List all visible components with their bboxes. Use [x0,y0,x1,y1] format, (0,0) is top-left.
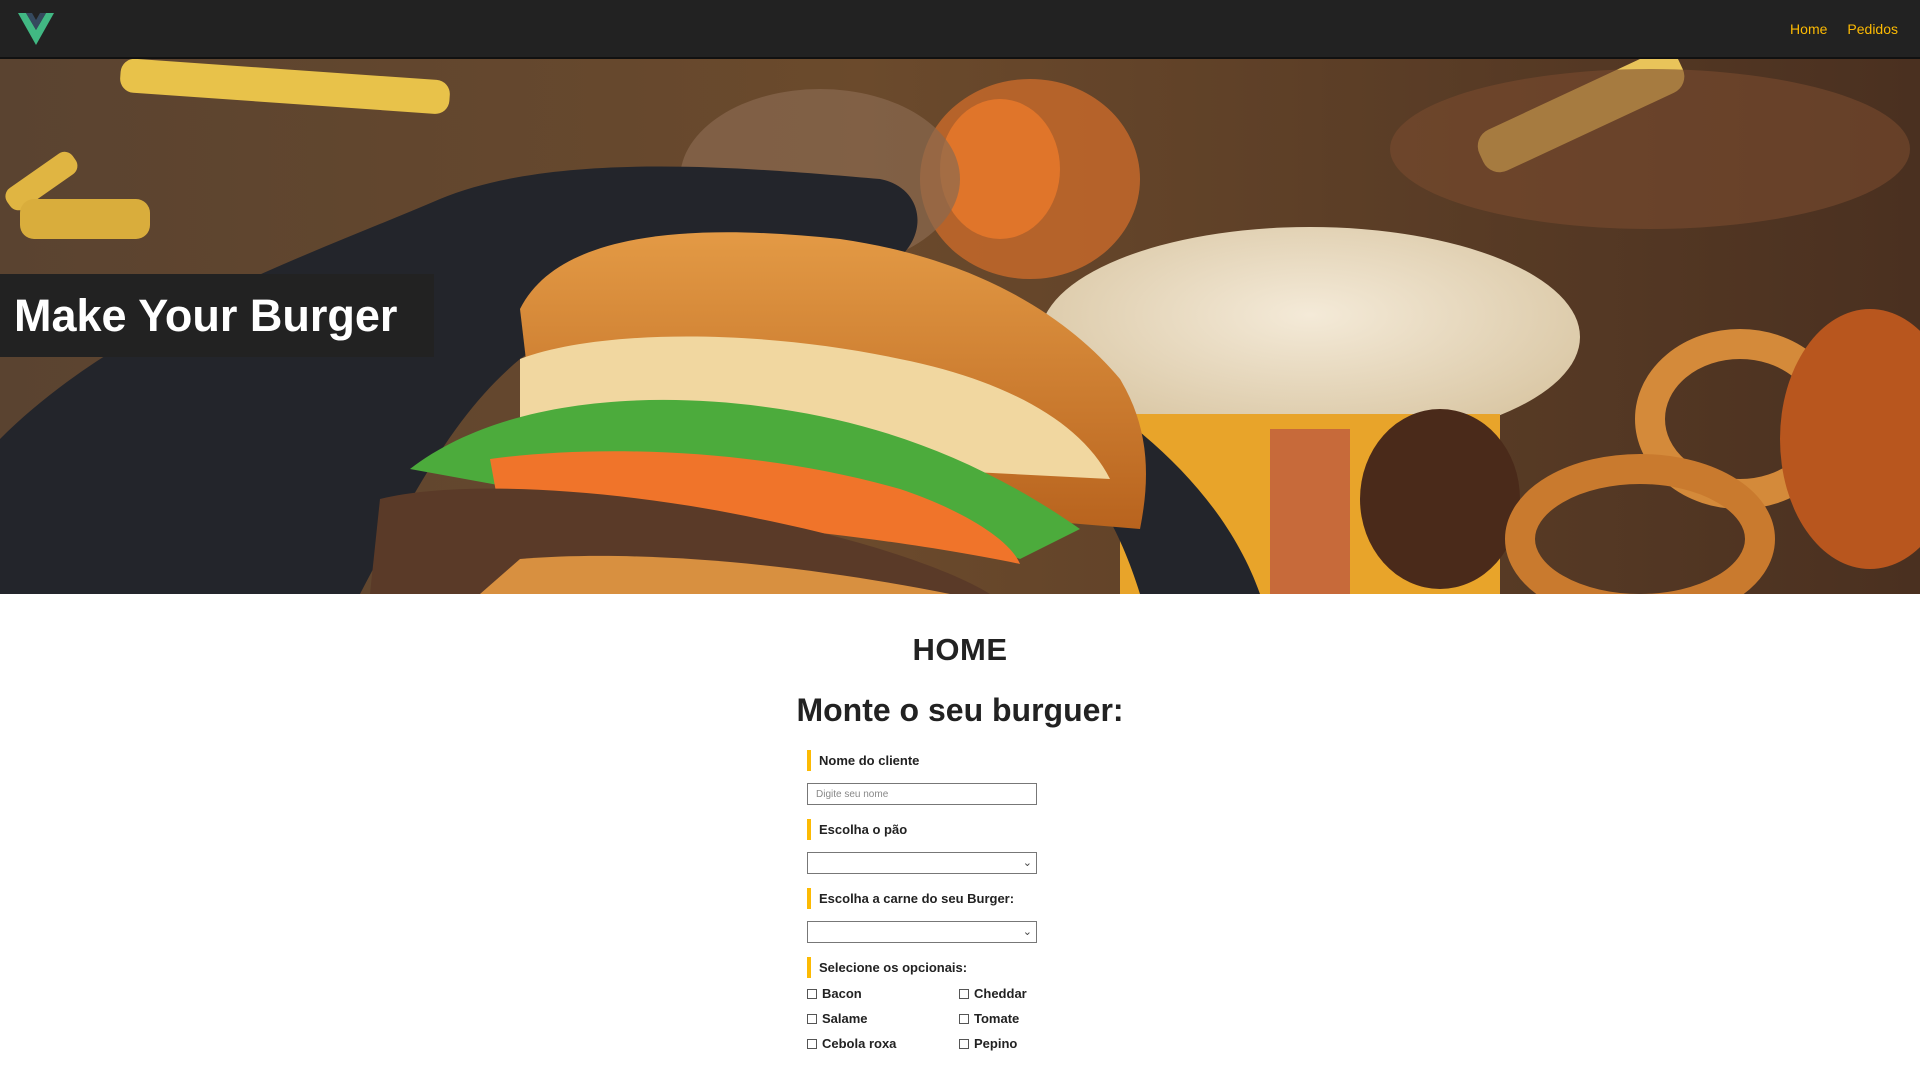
optional-pepino[interactable]: Pepino [959,1036,1079,1051]
logo-link[interactable] [18,12,54,45]
name-label: Nome do cliente [807,750,1107,771]
nav-link-pedidos[interactable]: Pedidos [1847,21,1898,37]
main-content: HOME Monte o seu burguer: Nome do client… [0,594,1920,1051]
optional-bacon[interactable]: Bacon [807,986,959,1001]
optional-label: Cebola roxa [822,1036,897,1051]
checkbox[interactable] [807,1038,817,1049]
burger-form: Nome do cliente Escolha o pão ⌄ Escolha … [807,750,1107,1065]
form-title: Monte o seu burguer: [796,692,1124,728]
checkbox[interactable] [959,1013,969,1024]
bread-select[interactable]: ⌄ [807,852,1037,874]
nav-link-home[interactable]: Home [1790,21,1827,37]
optional-label: Tomate [974,1011,1020,1026]
meat-select[interactable]: ⌄ [807,921,1037,943]
optional-label: Cheddar [974,986,1027,1001]
hero-banner: Make Your Burger [0,59,1920,594]
chevron-down-icon: ⌄ [1022,926,1032,938]
vue-logo-icon [18,12,54,45]
optionals-list: Bacon Cheddar Salame Tomate Cebola roxa [807,986,1107,1051]
meat-field: Escolha a carne do seu Burger: ⌄ [807,888,1107,943]
checkbox[interactable] [807,988,817,999]
checkbox[interactable] [959,988,969,999]
optional-cebola-roxa[interactable]: Cebola roxa [807,1036,959,1051]
optional-cheddar[interactable]: Cheddar [959,986,1079,1001]
optionals-field: Selecione os opcionais: Bacon Cheddar Sa… [807,957,1107,1051]
optional-label: Bacon [822,986,862,1001]
optional-salame[interactable]: Salame [807,1011,959,1026]
checkbox[interactable] [807,1013,817,1024]
bread-field: Escolha o pão ⌄ [807,819,1107,874]
nav-links: Home Pedidos [1790,21,1898,37]
name-field: Nome do cliente [807,750,1107,805]
page-title: HOME [912,632,1008,667]
name-input[interactable] [807,783,1037,805]
bread-label: Escolha o pão [807,819,1107,840]
optional-label: Salame [822,1011,868,1026]
optionals-label: Selecione os opcionais: [807,957,1107,978]
navbar: Home Pedidos [0,0,1920,59]
meat-label: Escolha a carne do seu Burger: [807,888,1107,909]
checkbox[interactable] [959,1038,969,1049]
hero-title: Make Your Burger [0,274,434,357]
optional-tomate[interactable]: Tomate [959,1011,1079,1026]
chevron-down-icon: ⌄ [1022,857,1032,869]
optional-label: Pepino [974,1036,1018,1051]
